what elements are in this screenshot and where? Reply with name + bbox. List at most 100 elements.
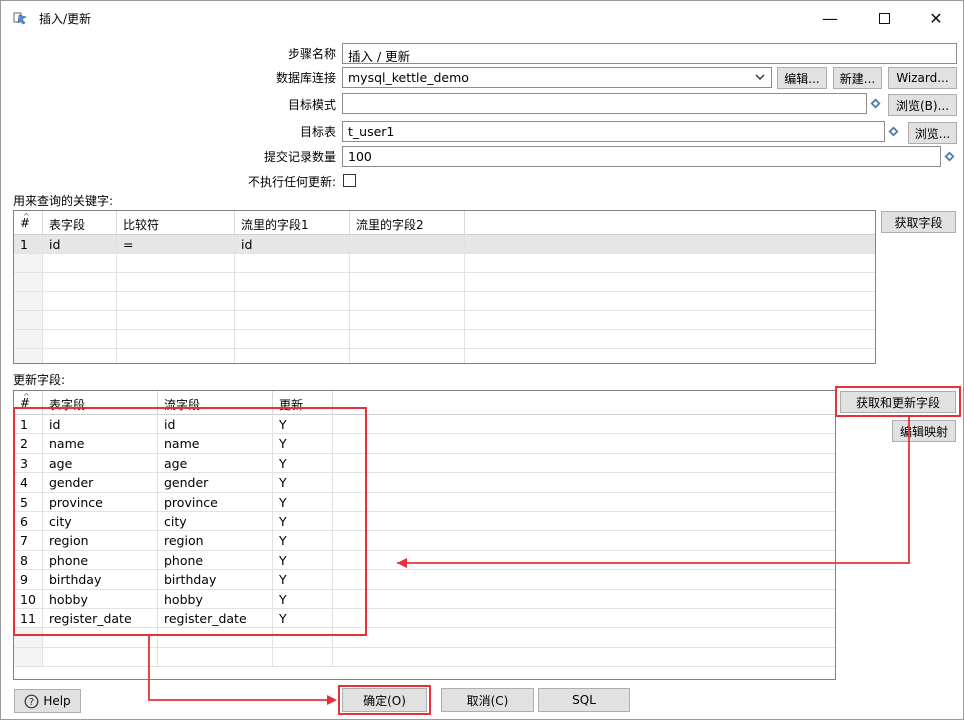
cell-table-field[interactable] [43,330,117,348]
cell-update-flag[interactable]: Y [273,589,333,608]
cell-stream-field[interactable]: phone [158,550,273,570]
db-connection-select[interactable]: mysql_kettle_demo [342,67,772,88]
cell-stream-field-2[interactable] [350,235,465,253]
cell-update-flag[interactable]: Y [273,473,333,492]
cell-table-field[interactable] [43,292,117,310]
cell-stream-field[interactable]: gender [158,473,273,492]
cell-update-flag[interactable]: Y [273,512,333,531]
cell-table-field[interactable] [43,273,117,291]
key-col-index[interactable]: ^ # [14,211,43,235]
table-row[interactable]: 8 phone phone Y [14,550,835,571]
cell-stream-field-1[interactable] [235,254,350,272]
table-row[interactable] [14,628,835,648]
cell-update-flag[interactable] [273,647,333,667]
table-row[interactable] [14,647,835,668]
cell-update-flag[interactable]: Y [273,570,333,589]
table-row[interactable]: 10 hobby hobby Y [14,589,835,609]
key-col-comparator[interactable]: 比较符 [117,211,235,235]
table-row[interactable]: 1 id = id [14,235,875,254]
cell-update-flag[interactable]: Y [273,415,333,434]
update-col-table-field[interactable]: 表字段 [43,391,158,415]
cell-stream-field[interactable]: id [158,415,273,434]
table-row[interactable]: 4 gender gender Y [14,473,835,493]
cell-update-flag[interactable]: Y [273,531,333,550]
cell-stream-field-1[interactable] [235,292,350,310]
cell-stream-field-1[interactable] [235,273,350,291]
target-table-input[interactable]: t_user1 [342,121,885,142]
cell-table-field[interactable]: city [43,512,158,531]
cell-table-field[interactable]: region [43,531,158,550]
target-schema-input[interactable] [342,93,867,114]
cell-table-field[interactable]: id [43,235,117,253]
table-row[interactable] [14,254,875,273]
close-button[interactable]: ✕ [913,1,959,35]
table-row[interactable] [14,349,875,363]
cell-stream-field[interactable]: name [158,434,273,453]
cell-table-field[interactable] [43,311,117,329]
cell-comparator[interactable] [117,330,235,348]
cell-update-flag[interactable]: Y [273,453,333,473]
cancel-button[interactable]: 取消(C) [441,688,534,712]
table-row[interactable]: 5 province province Y [14,492,835,512]
cell-table-field[interactable]: gender [43,473,158,492]
key-col-table-field[interactable]: 表字段 [43,211,117,235]
maximize-button[interactable] [861,1,907,35]
ok-button[interactable]: 确定(O) [342,688,427,712]
table-row[interactable]: 1 id id Y [14,415,835,435]
table-row[interactable]: 11 register_date register_date Y [14,609,835,629]
cell-table-field[interactable] [43,254,117,272]
cell-stream-field-2[interactable] [350,273,465,291]
cell-stream-field-2[interactable] [350,330,465,348]
cell-stream-field[interactable] [158,647,273,667]
minimize-button[interactable]: — [807,1,853,35]
cell-stream-field-1[interactable] [235,311,350,329]
browse-table-button[interactable]: 浏览... [908,122,957,144]
table-row[interactable] [14,311,875,330]
table-row[interactable]: 6 city city Y [14,512,835,532]
cell-table-field[interactable] [43,349,117,363]
cell-stream-field[interactable] [158,628,273,647]
step-name-input[interactable]: 插入 / 更新 [342,43,957,64]
get-update-fields-button[interactable]: 获取和更新字段 [840,391,956,413]
cell-comparator[interactable] [117,292,235,310]
wizard-button[interactable]: Wizard... [888,67,957,89]
cell-stream-field-1[interactable]: id [235,235,350,253]
key-col-stream-field-1[interactable]: 流里的字段1 [235,211,350,235]
key-col-stream-field-2[interactable]: 流里的字段2 [350,211,465,235]
edit-connection-button[interactable]: 编辑... [777,67,827,89]
cell-table-field[interactable]: age [43,453,158,473]
table-row[interactable]: 2 name name Y [14,434,835,454]
cell-stream-field[interactable]: age [158,453,273,473]
cell-update-flag[interactable] [273,628,333,647]
cell-stream-field[interactable]: hobby [158,589,273,608]
cell-stream-field[interactable]: region [158,531,273,550]
edit-mapping-button[interactable]: 编辑映射 [892,420,956,442]
cell-comparator[interactable] [117,254,235,272]
cell-stream-field-1[interactable] [235,349,350,363]
update-col-stream-field[interactable]: 流字段 [158,391,273,415]
cell-update-flag[interactable]: Y [273,550,333,570]
cell-update-flag[interactable]: Y [273,609,333,628]
cell-stream-field-2[interactable] [350,292,465,310]
cell-table-field[interactable]: name [43,434,158,453]
cell-comparator[interactable] [117,349,235,363]
cell-stream-field[interactable]: province [158,492,273,511]
cell-stream-field-2[interactable] [350,311,465,329]
cell-table-field[interactable]: phone [43,550,158,570]
cell-stream-field[interactable]: city [158,512,273,531]
cell-stream-field-1[interactable] [235,330,350,348]
browse-schema-button[interactable]: 浏览(B)... [888,94,957,116]
new-connection-button[interactable]: 新建... [833,67,882,89]
cell-comparator[interactable] [117,311,235,329]
help-button[interactable]: ? Help [14,689,81,713]
no-update-checkbox[interactable] [343,174,356,187]
cell-table-field[interactable]: hobby [43,589,158,608]
table-row[interactable] [14,292,875,311]
cell-table-field[interactable]: register_date [43,609,158,628]
cell-table-field[interactable] [43,628,158,647]
cell-stream-field-2[interactable] [350,349,465,363]
cell-update-flag[interactable]: Y [273,434,333,453]
table-row[interactable]: 7 region region Y [14,531,835,551]
cell-table-field[interactable]: id [43,415,158,434]
table-row[interactable] [14,273,875,292]
